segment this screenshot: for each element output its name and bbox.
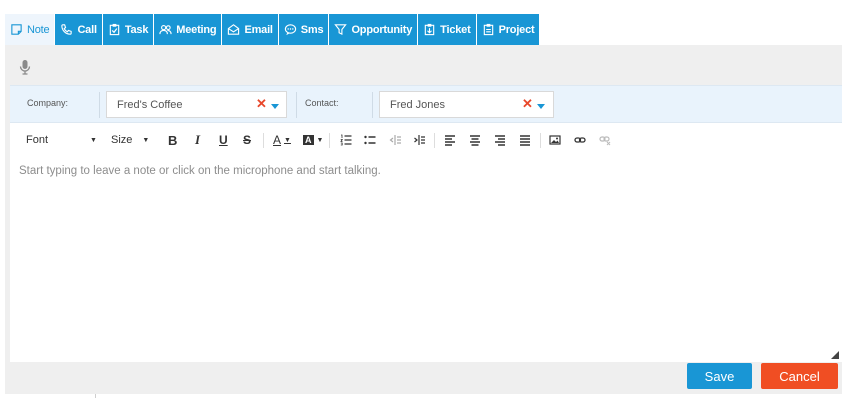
tab-label: Task <box>124 23 149 36</box>
activity-tabs: Note Call Task Meeting Email Sms Opportu… <box>5 14 540 45</box>
caret-down-icon: ▼ <box>284 136 291 144</box>
funnel-icon <box>334 24 348 36</box>
align-center-icon <box>470 135 480 146</box>
editor-toolbar: Font ▼ Size ▼ B I U S A ▼ A ▼ <box>10 123 842 157</box>
image-icon <box>549 135 561 145</box>
toolbar-separator <box>540 133 541 148</box>
chat-bubble-icon <box>284 24 296 36</box>
tab-ticket[interactable]: Ticket <box>418 14 476 45</box>
indent-icon <box>414 135 425 145</box>
save-button[interactable]: Save <box>687 363 752 389</box>
text-color-label: A <box>273 133 282 147</box>
tab-label: Sms <box>300 23 324 36</box>
toolbar-separator <box>434 133 435 148</box>
toolbar-separator <box>329 133 330 148</box>
size-label: Size <box>111 134 133 146</box>
company-value: Fred's Coffee <box>117 99 183 111</box>
contact-label: Contact: <box>305 98 339 108</box>
tab-meeting[interactable]: Meeting <box>154 14 222 45</box>
tab-label: Opportunity <box>351 23 413 36</box>
chevron-down-icon[interactable] <box>271 104 279 109</box>
remove-link-button[interactable] <box>599 132 611 148</box>
note-composer: Note Call Task Meeting Email Sms Opportu… <box>0 0 847 398</box>
strikethrough-button[interactable]: S <box>243 132 251 148</box>
clipboard-list-icon <box>483 23 493 36</box>
contact-clear-icon[interactable]: ✕ <box>522 96 533 112</box>
tab-note[interactable]: Note <box>5 14 55 45</box>
bullet-list-button[interactable] <box>364 132 376 148</box>
ordered-list-button[interactable] <box>340 132 352 148</box>
caret-down-icon: ▼ <box>90 136 97 144</box>
divider <box>372 92 373 118</box>
chevron-down-icon[interactable] <box>537 104 545 109</box>
phone-icon <box>61 24 73 35</box>
indent-button[interactable] <box>413 132 425 148</box>
text-color-button[interactable]: A ▼ <box>273 132 291 148</box>
toolbar-separator <box>263 133 264 148</box>
editor-placeholder: Start typing to leave a note or click on… <box>19 165 381 177</box>
insert-image-button[interactable] <box>549 132 561 148</box>
bg-color-label: A <box>303 135 314 145</box>
outdent-button[interactable] <box>389 132 401 148</box>
ordered-list-icon <box>340 134 352 146</box>
divider <box>99 92 100 118</box>
association-fields: Company: Fred's Coffee ✕ Contact: Fred J… <box>10 85 842 123</box>
caret-down-icon: ▼ <box>316 136 324 144</box>
note-panel: Company: Fred's Coffee ✕ Contact: Fred J… <box>5 45 842 394</box>
unlink-icon <box>599 136 611 146</box>
company-clear-icon[interactable]: ✕ <box>256 96 267 112</box>
resize-handle[interactable] <box>831 351 839 359</box>
company-label: Company: <box>27 98 69 108</box>
tab-label: Ticket <box>440 23 471 36</box>
tab-label: Meeting <box>176 23 217 36</box>
align-right-icon <box>495 135 505 146</box>
font-select[interactable]: Font ▼ <box>26 132 97 148</box>
caret-down-icon: ▼ <box>142 136 150 144</box>
tab-call[interactable]: Call <box>55 14 102 45</box>
bullet-list-icon <box>364 135 376 145</box>
ticket-icon <box>424 23 435 36</box>
outdent-icon <box>389 135 401 145</box>
tab-label: Email <box>244 23 273 36</box>
contact-value: Fred Jones <box>390 99 446 111</box>
tab-label: Note <box>27 23 50 36</box>
divider <box>95 394 96 398</box>
tab-project[interactable]: Project <box>476 14 540 45</box>
font-label: Font <box>26 134 49 146</box>
justify-icon <box>520 135 530 146</box>
background-color-button[interactable]: A ▼ <box>303 132 323 148</box>
tab-label: Project <box>498 23 535 36</box>
divider <box>296 92 297 118</box>
align-left-button[interactable] <box>444 132 456 148</box>
bold-button[interactable]: B <box>168 132 177 148</box>
cancel-button[interactable]: Cancel <box>761 363 838 389</box>
link-icon <box>574 137 586 143</box>
microphone-icon[interactable] <box>19 59 31 75</box>
contact-select[interactable]: Fred Jones ✕ <box>379 91 554 118</box>
align-right-button[interactable] <box>494 132 506 148</box>
company-select[interactable]: Fred's Coffee ✕ <box>106 91 287 118</box>
tab-opportunity[interactable]: Opportunity <box>329 14 418 45</box>
insert-link-button[interactable] <box>574 132 586 148</box>
note-icon <box>11 24 22 35</box>
tab-sms[interactable]: Sms <box>278 14 329 45</box>
tab-email[interactable]: Email <box>222 14 278 45</box>
align-center-button[interactable] <box>469 132 481 148</box>
clipboard-check-icon <box>109 23 120 36</box>
rich-text-editor[interactable]: Font ▼ Size ▼ B I U S A ▼ A ▼ Start typi… <box>10 123 842 362</box>
tab-task[interactable]: Task <box>102 14 154 45</box>
envelope-icon <box>228 24 240 35</box>
tab-label: Call <box>77 23 97 36</box>
underline-button[interactable]: U <box>219 132 228 148</box>
align-left-icon <box>445 135 455 146</box>
size-select[interactable]: Size ▼ <box>111 132 149 148</box>
justify-button[interactable] <box>519 132 531 148</box>
italic-button[interactable]: I <box>195 132 200 148</box>
people-icon <box>159 25 172 35</box>
